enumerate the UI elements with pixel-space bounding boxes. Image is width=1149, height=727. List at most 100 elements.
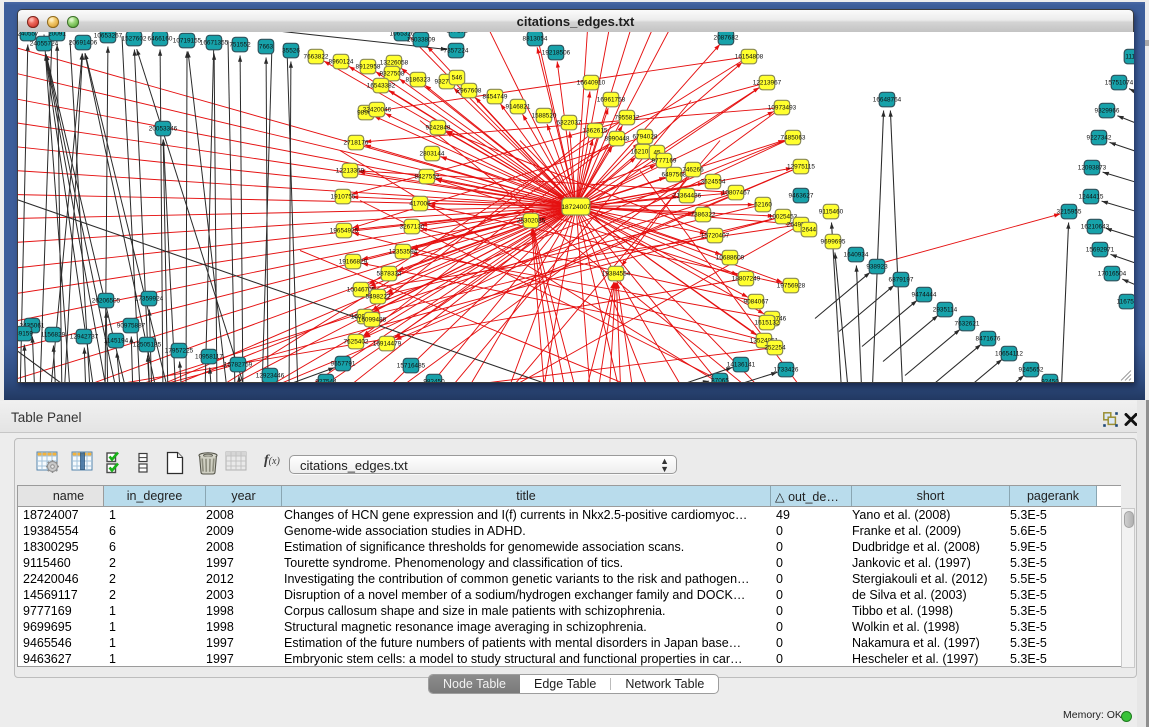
svg-text:26206505: 26206505	[92, 297, 121, 304]
svg-text:18724007: 18724007	[561, 204, 591, 211]
svg-text:92450: 92450	[1041, 378, 1059, 382]
svg-text:12923446: 12923446	[256, 372, 285, 379]
svg-text:927544: 927544	[315, 378, 337, 382]
svg-text:8427552: 8427552	[415, 173, 440, 180]
svg-text:5498222: 5498222	[366, 293, 391, 300]
svg-text:20691406: 20691406	[69, 39, 98, 46]
svg-text:10973493: 10973493	[768, 104, 797, 111]
svg-text:87065: 87065	[711, 377, 729, 382]
svg-text:9777169: 9777169	[652, 157, 677, 164]
svg-text:8186323: 8186323	[406, 76, 431, 83]
svg-text:746266: 746266	[682, 166, 704, 173]
svg-text:16033809: 16033809	[407, 36, 436, 43]
svg-text:16648764: 16648764	[873, 96, 902, 103]
svg-text:16782759: 16782759	[224, 361, 253, 368]
svg-text:1910755: 1910755	[331, 193, 356, 200]
svg-text:24055724: 24055724	[30, 40, 59, 47]
svg-text:19384554: 19384554	[602, 270, 631, 277]
svg-text:12975115: 12975115	[787, 163, 815, 170]
svg-text:7485063: 7485063	[781, 134, 806, 141]
svg-text:20053346: 20053346	[149, 125, 178, 132]
svg-text:751552: 751552	[229, 41, 251, 48]
svg-text:12942737: 12942737	[70, 333, 99, 340]
svg-text:2803144: 2803144	[420, 150, 445, 157]
svg-text:1244415: 1244415	[1079, 193, 1104, 200]
svg-text:2935114: 2935114	[933, 306, 958, 313]
svg-text:7955812: 7955812	[615, 114, 640, 121]
svg-text:1615132: 1615132	[755, 319, 780, 326]
svg-text:17016504: 17016504	[1098, 270, 1127, 277]
svg-text:9146821: 9146821	[506, 103, 531, 110]
svg-text:19756928: 19756928	[777, 282, 806, 289]
svg-text:546: 546	[452, 74, 463, 81]
svg-text:9699695: 9699695	[821, 238, 846, 245]
svg-text:19218506: 19218506	[542, 49, 571, 56]
svg-text:16961758: 16961758	[597, 96, 626, 103]
svg-text:252254: 252254	[764, 344, 786, 351]
svg-text:3215955: 3215955	[1057, 208, 1082, 215]
svg-text:90975887: 90975887	[117, 322, 146, 329]
svg-text:19166829: 19166829	[339, 258, 368, 265]
svg-text:9242848: 9242848	[426, 124, 451, 131]
svg-text:8960124: 8960124	[329, 58, 354, 65]
svg-text:7663: 7663	[259, 43, 274, 50]
svg-text:10653267: 10653267	[94, 32, 123, 39]
svg-text:16210643: 16210643	[1081, 223, 1110, 230]
svg-text:25302035: 25302035	[517, 217, 546, 224]
svg-text:7625402: 7625402	[344, 338, 369, 345]
svg-text:6322037: 6322037	[557, 119, 582, 126]
svg-text:16671355: 16671355	[200, 39, 229, 46]
svg-text:2644: 2644	[802, 226, 817, 233]
svg-text:8990448: 8990448	[605, 135, 630, 142]
svg-text:10807467: 10807467	[722, 189, 751, 196]
svg-text:8912958: 8912958	[356, 63, 381, 70]
svg-text:2718176: 2718176	[344, 139, 369, 146]
svg-text:16543382: 16543382	[367, 82, 396, 89]
svg-text:12505185: 12505185	[133, 341, 162, 348]
svg-text:1362615: 1362615	[583, 127, 608, 134]
svg-text:39159: 39159	[18, 330, 33, 337]
svg-text:16154808: 16154808	[735, 53, 764, 60]
svg-text:10719155: 10719155	[173, 37, 202, 44]
svg-text:2087682: 2087682	[714, 34, 739, 41]
svg-text:12213967: 12213967	[753, 79, 782, 86]
svg-text:15720407: 15720407	[701, 232, 730, 239]
svg-text:10958117: 10958117	[195, 353, 223, 360]
svg-text:9474444: 9474444	[912, 291, 937, 298]
svg-text:9327508: 9327508	[380, 70, 405, 77]
svg-text:982450: 982450	[423, 378, 445, 382]
svg-text:12093873: 12093873	[1078, 164, 1107, 171]
svg-text:5878334: 5878334	[377, 270, 402, 277]
svg-text:17359924: 17359924	[135, 295, 164, 302]
svg-text:9115460: 9115460	[819, 208, 844, 215]
svg-text:107191: 107191	[446, 32, 468, 35]
svg-text:12213369: 12213369	[336, 167, 365, 174]
svg-text:21364436: 21364436	[673, 192, 702, 199]
svg-text:8813054: 8813054	[523, 35, 548, 42]
svg-text:240557: 240557	[18, 32, 39, 38]
svg-text:9227342: 9227342	[1087, 134, 1112, 141]
svg-text:1156829: 1156829	[41, 331, 66, 338]
svg-text:116753: 116753	[1117, 298, 1134, 305]
svg-text:8471676: 8471676	[976, 335, 1001, 342]
svg-text:15692971: 15692971	[1086, 246, 1115, 253]
svg-text:9463627: 9463627	[789, 192, 814, 199]
svg-text:22420046: 22420046	[363, 106, 392, 113]
svg-text:16914479: 16914479	[373, 340, 402, 347]
svg-text:6466160: 6466160	[148, 35, 173, 42]
svg-text:14136141: 14136141	[727, 361, 756, 368]
svg-text:1145194: 1145194	[104, 337, 129, 344]
svg-text:20091: 20091	[48, 32, 66, 38]
svg-text:9329966: 9329966	[1095, 107, 1120, 114]
svg-text:938923: 938923	[866, 263, 888, 270]
svg-text:35526: 35526	[282, 47, 300, 54]
svg-text:6879197: 6879197	[889, 276, 914, 283]
svg-text:10654112: 10654112	[995, 350, 1023, 357]
svg-text:1640934: 1640934	[844, 251, 869, 258]
svg-text:13226058: 13226058	[380, 59, 409, 66]
svg-text:6794028: 6794028	[633, 133, 658, 140]
svg-text:3267130: 3267130	[400, 223, 425, 230]
svg-text:12353594: 12353594	[389, 248, 418, 255]
svg-text:17957225: 17957225	[165, 347, 194, 354]
svg-text:2967608: 2967608	[457, 87, 482, 94]
